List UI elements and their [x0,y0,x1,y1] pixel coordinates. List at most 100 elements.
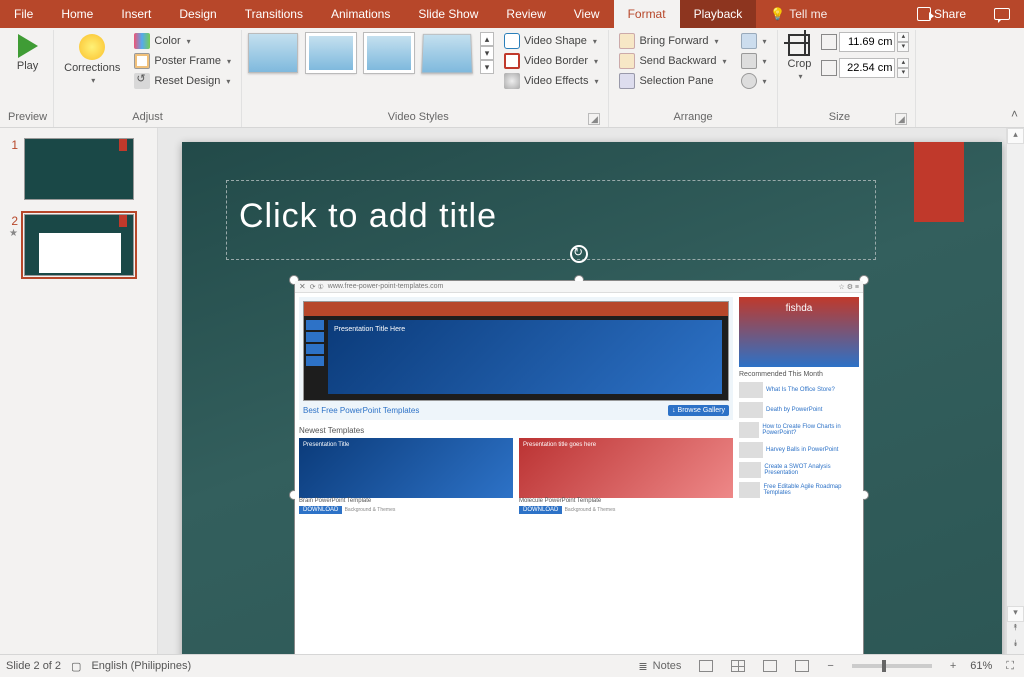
video-effects-button[interactable]: Video Effects [500,72,602,90]
video-shape-button[interactable]: Video Shape [500,32,602,50]
corrections-button[interactable]: Corrections [60,32,124,87]
gallery-more-icon[interactable]: ▾ [480,60,494,74]
secure-icon: ⟳ ① [310,283,324,291]
selection-pane-button[interactable]: Selection Pane [615,72,730,90]
video-border-icon [504,53,520,69]
newest-heading: Newest Templates [299,426,733,435]
rotate-handle[interactable] [570,245,588,263]
tab-format[interactable]: Format [614,0,680,28]
crop-button[interactable]: Crop [784,32,816,83]
video-styles-dialog-launcher[interactable]: ◢ [588,113,600,125]
video-object[interactable]: ✕ ⟳ ① www.free-power-point-templates.com… [294,280,864,654]
slide-thumbnails-panel[interactable]: 1 2 ★ [0,128,158,654]
tab-home[interactable]: Home [47,0,107,28]
video-frame-content: ✕ ⟳ ① www.free-power-point-templates.com… [295,281,863,654]
gallery-down-icon[interactable]: ▾ [480,46,494,60]
animation-indicator-icon[interactable]: ★ [9,228,18,239]
tab-review[interactable]: Review [492,0,559,28]
zoom-in-button[interactable]: + [946,660,960,672]
hero-screenshot: Presentation Title Here [303,301,729,401]
height-input[interactable] [839,32,895,52]
bring-forward-button[interactable]: Bring Forward [615,32,730,50]
gallery-up-icon[interactable]: ▴ [480,32,494,46]
reading-view-button[interactable] [759,660,781,672]
video-style-4[interactable] [421,34,473,74]
width-down[interactable]: ▾ [897,68,909,78]
prev-slide-button[interactable]: ⯭ [1007,622,1024,638]
group-label-preview: Preview [8,109,47,127]
slide-accent [914,142,964,222]
arrange-stack: Bring Forward Send Backward Selection Pa… [615,32,730,90]
share-button[interactable]: Share [903,0,980,28]
zoom-out-button[interactable]: − [823,660,837,672]
title-placeholder[interactable]: Click to add title [226,180,876,260]
group-objects-button[interactable] [737,52,771,70]
scroll-down-icon[interactable]: ▾ [1007,606,1024,622]
height-box: ▴▾ [821,32,909,52]
tab-transitions[interactable]: Transitions [231,0,317,28]
promo-banner: fishda [739,297,859,367]
comments-button[interactable] [980,0,1024,28]
align-button[interactable] [737,32,771,50]
rec-2: Death by PowerPoint [766,407,822,413]
color-button[interactable]: Color [130,32,235,50]
thumb-slide-1[interactable] [24,138,134,200]
rotate-button[interactable] [737,72,771,90]
browser-toolbar-icons: ☆ ⚙ ≡ [838,283,859,291]
arrange-icons [737,32,771,90]
thumbnail-2[interactable]: 2 ★ [6,214,151,276]
video-styles-gallery[interactable]: ▴ ▾ ▾ [248,32,494,74]
collapse-ribbon-button[interactable]: ˄ [1005,101,1024,127]
play-icon [18,34,38,58]
video-border-button[interactable]: Video Border [500,52,602,70]
height-up[interactable]: ▴ [897,32,909,42]
spellcheck-icon[interactable]: ▢ [71,660,81,673]
tab-insert[interactable]: Insert [107,0,165,28]
align-icon [741,33,757,49]
selection-pane-label: Selection Pane [639,75,713,87]
send-backward-button[interactable]: Send Backward [615,52,730,70]
slide-indicator[interactable]: Slide 2 of 2 [6,660,61,672]
video-style-3[interactable] [364,33,414,73]
next-slide-button[interactable]: ⯯ [1007,638,1024,654]
height-down[interactable]: ▾ [897,42,909,52]
normal-view-button[interactable] [695,660,717,672]
video-style-stack: Video Shape Video Border Video Effects [500,32,602,90]
vertical-scrollbar[interactable]: ▴ ▾ ⯭ ⯯ [1006,128,1024,654]
tab-slideshow[interactable]: Slide Show [404,0,492,28]
share-label: Share [934,7,966,21]
zoom-slider[interactable] [852,664,932,668]
ribbon-tabs: File Home Insert Design Transitions Anim… [0,0,1024,28]
tab-playback[interactable]: Playback [680,0,757,28]
thumb-number-1: 1 [6,138,18,152]
thumb-number-2: 2 [6,214,18,228]
slideshow-view-button[interactable] [791,660,813,672]
slide-sorter-view-button[interactable] [727,660,749,672]
lightbulb-icon [770,7,785,21]
zoom-level[interactable]: 61% [970,660,992,672]
width-up[interactable]: ▴ [897,58,909,68]
video-style-1[interactable] [248,33,298,73]
notes-button[interactable]: Notes [634,660,685,673]
slide-canvas[interactable]: Click to add title ✕ ⟳ ① [158,128,1006,654]
size-dialog-launcher[interactable]: ◢ [895,113,907,125]
tab-file[interactable]: File [0,0,47,28]
close-icon: ✕ [299,282,306,291]
poster-frame-button[interactable]: Poster Frame [130,52,235,70]
tab-design[interactable]: Design [165,0,230,28]
tab-animations[interactable]: Animations [317,0,404,28]
slide[interactable]: Click to add title ✕ ⟳ ① [182,142,1002,654]
language-indicator[interactable]: English (Philippines) [91,660,191,672]
tell-me-search[interactable]: Tell me [756,0,841,28]
crop-icon [788,34,810,56]
video-border-label: Video Border [524,55,588,67]
width-input[interactable] [839,58,895,78]
video-style-2[interactable] [306,33,356,73]
play-preview-button[interactable]: Play [13,32,42,74]
reset-design-button[interactable]: Reset Design [130,72,235,90]
thumb-slide-2[interactable] [24,214,134,276]
thumbnail-1[interactable]: 1 [6,138,151,200]
tab-view[interactable]: View [560,0,614,28]
fit-to-window-button[interactable]: ⛶ [1002,660,1018,673]
scroll-up-icon[interactable]: ▴ [1007,128,1024,144]
